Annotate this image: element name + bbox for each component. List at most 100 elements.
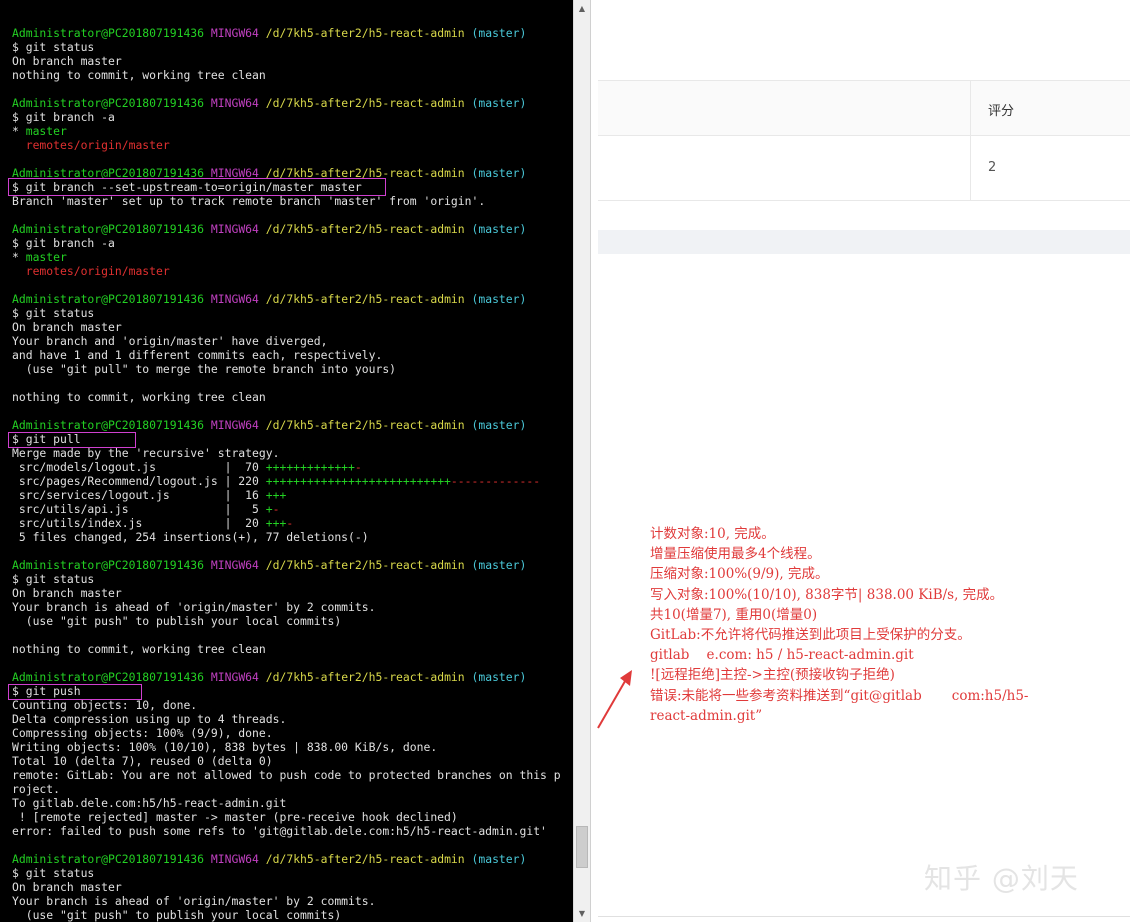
terminal-text: MINGW64 (204, 292, 259, 306)
terminal-line: remotes/origin/master (12, 264, 561, 278)
terminal-text: MINGW64 (204, 558, 259, 572)
terminal-text: * (12, 250, 26, 264)
highlight-git-pull (8, 432, 136, 448)
terminal-text: MINGW64 (204, 852, 259, 866)
terminal-text: On branch master (12, 320, 122, 334)
terminal-line: Your branch and 'origin/master' have div… (12, 334, 561, 348)
terminal-line: Administrator@PC201807191436 MINGW64 /d/… (12, 852, 561, 866)
scroll-down-icon[interactable]: ▼ (574, 905, 590, 921)
terminal-text: master (25, 124, 67, 138)
terminal-line: nothing to commit, working tree clean (12, 390, 561, 404)
scrollbar-thumb[interactable] (576, 826, 588, 868)
terminal-text: $ git status (12, 306, 95, 320)
terminal-text: 5 files changed, 254 insertions(+), 77 d… (12, 530, 369, 544)
terminal-line: Your branch is ahead of 'origin/master' … (12, 600, 561, 614)
terminal-line: Delta compression using up to 4 threads. (12, 712, 561, 726)
terminal-text: src/pages/Recommend/logout.js | 220 (12, 474, 266, 488)
terminal-text: /d/7kh5-after2/h5-react-admin (258, 96, 465, 110)
terminal-line: src/utils/index.js | 20 +++- (12, 516, 561, 530)
terminal-text: +++++++++++++++++++++++++++ (265, 474, 451, 488)
terminal-text: Merge made by the 'recursive' strategy. (12, 446, 280, 460)
table-header-row: 评分 (598, 81, 1130, 136)
terminal-window[interactable]: Administrator@PC201807191436 MINGW64 /d/… (0, 0, 573, 922)
terminal-output: Administrator@PC201807191436 MINGW64 /d/… (12, 26, 561, 922)
terminal-line: Merge made by the 'recursive' strategy. (12, 446, 561, 460)
terminal-text: Your branch and 'origin/master' have div… (12, 334, 328, 348)
terminal-line: Total 10 (delta 7), reused 0 (delta 0) (12, 754, 561, 768)
browser-page: 评分 2 (598, 0, 1130, 922)
terminal-line: and have 1 and 1 different commits each,… (12, 348, 561, 362)
terminal-line: $ git status (12, 40, 561, 54)
terminal-line: (use "git push" to publish your local co… (12, 614, 561, 628)
terminal-line: Administrator@PC201807191436 MINGW64 /d/… (12, 558, 561, 572)
terminal-text: +++ (265, 488, 287, 502)
terminal-text: /d/7kh5-after2/h5-react-admin (258, 852, 465, 866)
terminal-text: master (25, 250, 67, 264)
terminal-text: Counting objects: 10, done. (12, 698, 198, 712)
terminal-text: - (286, 516, 294, 530)
terminal-text: (master) (464, 418, 527, 432)
terminal-line: src/services/logout.js | 16 +++ (12, 488, 561, 502)
pane-divider (590, 0, 598, 922)
terminal-text: (master) (464, 292, 527, 306)
terminal-line: $ git branch -a (12, 110, 561, 124)
terminal-line: Administrator@PC201807191436 MINGW64 /d/… (12, 222, 561, 236)
terminal-text: $ git status (12, 40, 95, 54)
terminal-line: Writing objects: 100% (10/10), 838 bytes… (12, 740, 561, 754)
terminal-text: (master) (464, 26, 527, 40)
terminal-text: $ git branch -a (12, 236, 115, 250)
terminal-line: $ git status (12, 572, 561, 586)
terminal-line: On branch master (12, 54, 561, 68)
terminal-text: /d/7kh5-after2/h5-react-admin (258, 222, 465, 236)
terminal-line: src/models/logout.js | 70 +++++++++++++- (12, 460, 561, 474)
page-bottom-border (598, 916, 1130, 917)
scroll-up-icon[interactable]: ▲ (574, 0, 590, 16)
terminal-text: MINGW64 (204, 670, 259, 684)
table-row: 2 (598, 136, 1130, 201)
terminal-text: (master) (464, 670, 527, 684)
terminal-text: src/services/logout.js | 16 (12, 488, 266, 502)
terminal-line: * master (12, 250, 561, 264)
terminal-text: ------------- (450, 474, 541, 488)
terminal-text: /d/7kh5-after2/h5-react-admin (258, 670, 465, 684)
content-separator (598, 230, 1130, 254)
terminal-line: 5 files changed, 254 insertions(+), 77 d… (12, 530, 561, 544)
terminal-line: (use "git pull" to merge the remote bran… (12, 362, 561, 376)
terminal-line: Counting objects: 10, done. (12, 698, 561, 712)
terminal-text: $ git branch -a (12, 110, 115, 124)
terminal-line: Administrator@PC201807191436 MINGW64 /d/… (12, 670, 561, 684)
terminal-line: To gitlab.dele.com:h5/h5-react-admin.git (12, 796, 561, 810)
terminal-text: Administrator@PC201807191436 (12, 418, 205, 432)
terminal-line: error: failed to push some refs to 'git@… (12, 824, 561, 838)
terminal-text: Administrator@PC201807191436 (12, 222, 205, 236)
terminal-text: MINGW64 (204, 222, 259, 236)
terminal-line: src/utils/api.js | 5 +- (12, 502, 561, 516)
terminal-text: error: failed to push some refs to 'git@… (12, 824, 547, 838)
terminal-text: - (354, 460, 362, 474)
terminal-text: (use "git pull" to merge the remote bran… (12, 362, 397, 376)
terminal-text: - (272, 502, 280, 516)
terminal-text: (use "git push" to publish your local co… (12, 614, 342, 628)
terminal-text: (master) (464, 222, 527, 236)
terminal-text: Administrator@PC201807191436 (12, 292, 205, 306)
highlight-set-upstream (8, 178, 386, 196)
terminal-text: MINGW64 (204, 96, 259, 110)
terminal-text: $ git status (12, 866, 95, 880)
terminal-text: (master) (464, 166, 527, 180)
terminal-text: + (265, 502, 273, 516)
terminal-text: remotes/origin/master (12, 264, 170, 278)
terminal-text: MINGW64 (204, 26, 259, 40)
terminal-text: To gitlab.dele.com:h5/h5-react-admin.git (12, 796, 287, 810)
terminal-text: (master) (464, 96, 527, 110)
terminal-text: * (12, 124, 26, 138)
terminal-scrollbar[interactable]: ▲ ▼ (573, 0, 590, 922)
terminal-line: Administrator@PC201807191436 MINGW64 /d/… (12, 26, 561, 40)
column-header-score: 评分 (988, 104, 1015, 119)
terminal-text: On branch master (12, 586, 122, 600)
